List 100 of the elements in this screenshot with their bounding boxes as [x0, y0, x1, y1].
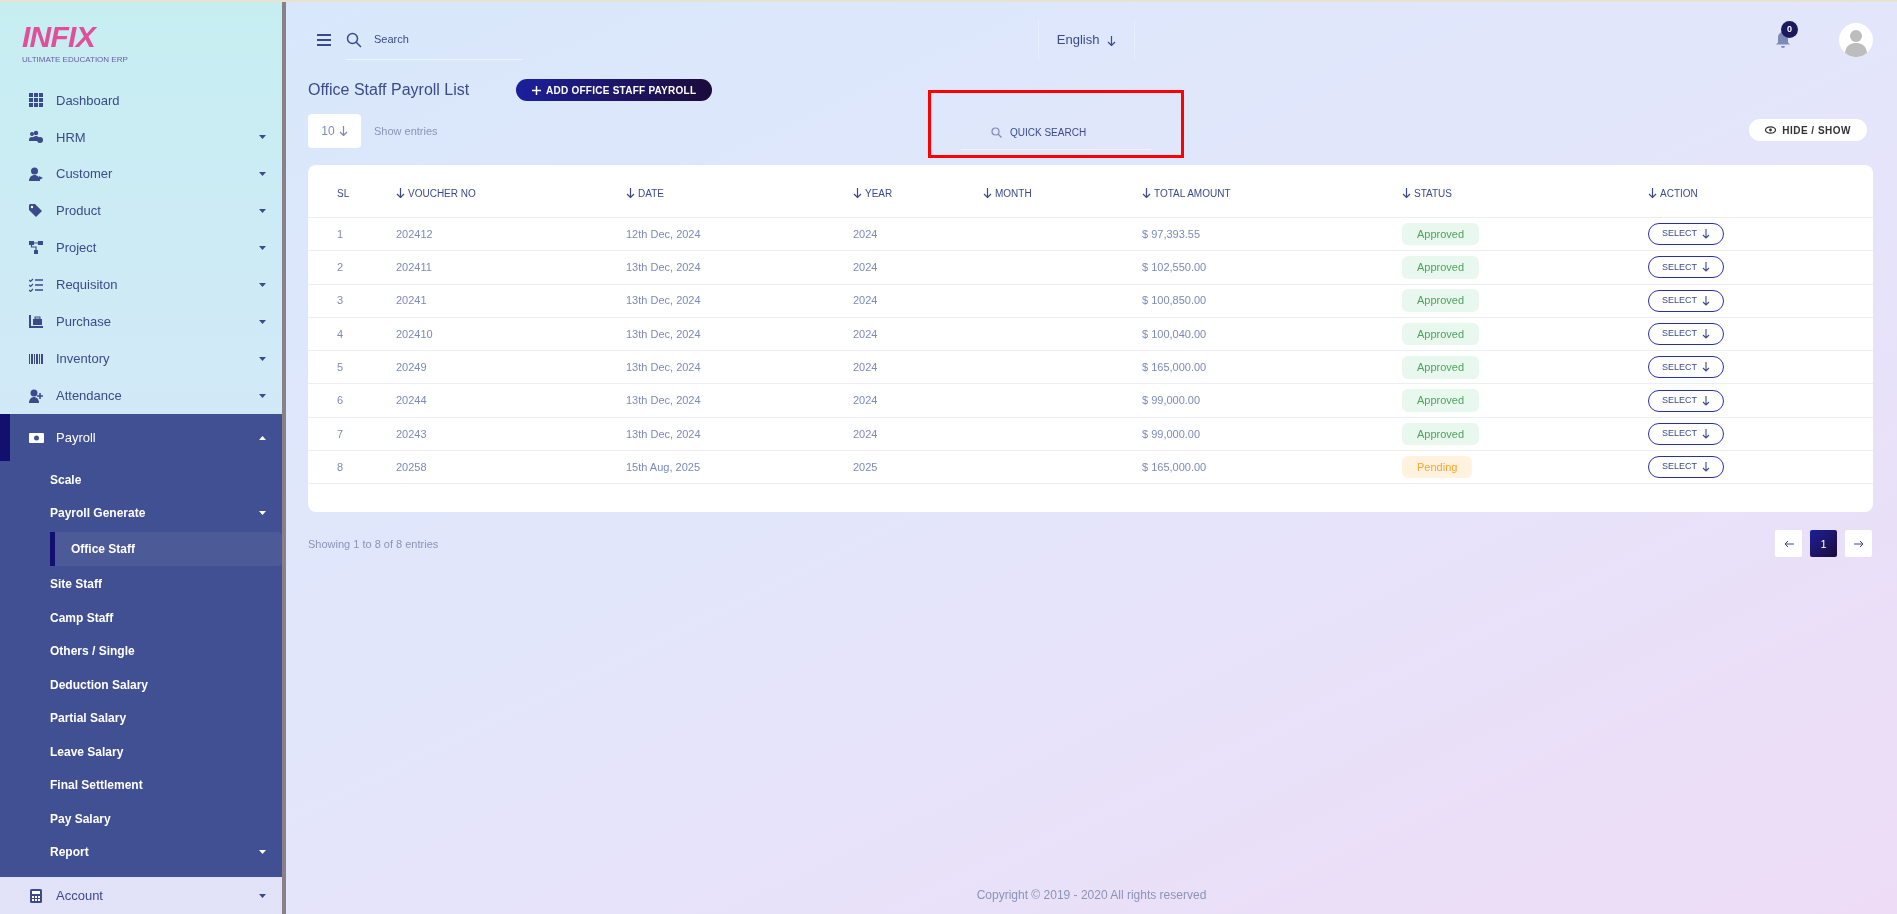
table-cell: 5 [337, 361, 344, 374]
avatar[interactable] [1839, 23, 1873, 57]
sidebar-subitem[interactable]: Deduction Salary [0, 668, 282, 702]
sort-arrow-icon [853, 188, 862, 198]
status-badge: Approved [1402, 322, 1480, 346]
sidebar-item[interactable]: Purchase [0, 303, 282, 341]
table-cell: 2024 [853, 394, 878, 407]
sidebar-subitem[interactable]: Scale [0, 463, 282, 497]
arrow-down-icon [1702, 395, 1710, 406]
sidebar-subitem[interactable]: Pay Salary [0, 802, 282, 836]
table-cell: 13th Dec, 2024 [626, 361, 701, 374]
sidebar-subitem[interactable]: Final Settlement [0, 768, 282, 803]
search-field[interactable]: Search [374, 31, 504, 48]
sidebar-subitem[interactable]: Site Staff [0, 567, 282, 602]
table-cell: 20258 [396, 460, 427, 473]
column-header[interactable]: DATE [626, 185, 853, 201]
table-cell: $ 165,000.00 [1142, 361, 1207, 374]
sort-arrow-icon [1142, 188, 1151, 198]
table-cell: 20241 [396, 294, 427, 307]
column-header[interactable]: YEAR [853, 185, 983, 201]
arrow-down-icon [1702, 428, 1710, 439]
table-cell: 12th Dec, 2024 [626, 227, 701, 240]
sidebar-item[interactable]: Attendance [0, 377, 282, 415]
column-header[interactable]: VOUCHER NO [396, 185, 626, 201]
sidebar-subitem[interactable]: Leave Salary [0, 735, 282, 769]
sidebar-item[interactable]: HRM [0, 118, 282, 156]
table-cell: 8 [337, 460, 344, 473]
sidebar-item[interactable]: Requisiton [0, 266, 282, 304]
column-header[interactable]: TOTAL AMOUNT [1142, 185, 1402, 201]
column-header[interactable]: ACTION [1648, 185, 1873, 201]
search-icon [991, 127, 1002, 138]
sidebar-subitem[interactable]: Others / Single [0, 634, 282, 669]
status-badge: Approved [1402, 289, 1480, 312]
caret-icon [259, 850, 266, 855]
table-cell: 13th Dec, 2024 [626, 427, 701, 440]
show-entries-label: Show entries [374, 123, 438, 139]
arrow-right-icon [1853, 539, 1864, 548]
caret-icon [259, 893, 266, 898]
arrow-left-icon [1783, 539, 1794, 548]
column-header[interactable]: STATUS [1402, 185, 1648, 201]
sidebar-item[interactable]: Inventory [0, 340, 282, 378]
status-badge: Approved [1402, 256, 1480, 279]
sidebar-subitem[interactable]: Partial Salary [0, 701, 282, 736]
table-cell: 2024 [853, 361, 878, 374]
sidebar-item[interactable]: Dashboard [0, 81, 282, 119]
next-page-button[interactable] [1845, 530, 1872, 558]
table-cell: 6 [337, 394, 344, 407]
page-button[interactable]: 1 [1810, 530, 1837, 558]
previous-page-button[interactable] [1775, 530, 1802, 558]
table-cell: $ 165,000.00 [1142, 460, 1207, 473]
tags-icon [29, 204, 44, 219]
status-badge: Approved [1402, 422, 1480, 446]
sidebar-subitem[interactable]: Report [0, 835, 282, 870]
table-cell: 13th Dec, 2024 [626, 261, 701, 274]
eye-icon [1765, 126, 1777, 134]
caret-icon [259, 246, 266, 250]
sidebar-item[interactable]: Payroll [0, 414, 282, 462]
logo-wordmark: INFIX [22, 22, 95, 52]
table-cell: 2 [337, 261, 344, 274]
sidebar-item[interactable]: Account [0, 877, 282, 914]
table-cell: $ 100,040.00 [1142, 327, 1207, 340]
table-cell: 2024 [853, 294, 878, 307]
users-gear-icon [29, 130, 44, 145]
add-payroll-button[interactable]: ADD OFFICE STAFF PAYROLL [516, 79, 713, 101]
menu-icon[interactable] [316, 33, 332, 47]
sidebar-item[interactable]: Project [0, 229, 282, 267]
table-cell: 2024 [853, 261, 878, 274]
sort-arrow-icon [983, 188, 992, 198]
table-cell: 15th Aug, 2025 [626, 460, 700, 473]
plus-icon [532, 85, 541, 95]
status-badge: Approved [1402, 222, 1480, 246]
arrow-down-icon [1702, 462, 1710, 473]
arrow-down-icon [1702, 262, 1710, 273]
column-header[interactable]: MONTH [983, 185, 1142, 201]
table-cell: $ 97,393.55 [1142, 227, 1201, 240]
language-selector[interactable]: English [1037, 20, 1135, 60]
table-cell: 4 [337, 327, 344, 340]
search-icon [346, 31, 362, 48]
arrow-down-icon [1702, 329, 1710, 340]
hide-show-button[interactable]: HIDE / SHOW [1749, 119, 1867, 141]
table-cell: 2024 [853, 327, 878, 340]
quick-search-field[interactable]: QUICK SEARCH [1010, 125, 1130, 140]
caret-icon [259, 393, 266, 398]
copyright-text: Copyright © 2019 - 2020 All rights reserved [975, 887, 1208, 904]
grid-icon [29, 93, 44, 108]
sidebar-subitem[interactable]: Office Staff [50, 532, 282, 566]
table-cell: 20249 [396, 361, 427, 374]
table-cell: 202410 [396, 327, 433, 340]
caret-icon [259, 356, 266, 361]
logo-tagline: ULTIMATE EDUCATION ERP [22, 54, 128, 66]
entries-select[interactable]: 10 [308, 114, 361, 148]
sidebar-item[interactable]: Product [0, 192, 282, 230]
column-header[interactable]: SL [337, 185, 396, 201]
user-icon [29, 167, 44, 182]
sidebar-item[interactable]: Customer [0, 155, 282, 193]
notification-count: 0 [1781, 21, 1798, 38]
sidebar-subitem[interactable]: Camp Staff [0, 601, 282, 635]
sidebar-subitem[interactable]: Payroll Generate [0, 496, 282, 531]
status-badge: Approved [1402, 389, 1480, 412]
caret-icon [259, 172, 266, 177]
